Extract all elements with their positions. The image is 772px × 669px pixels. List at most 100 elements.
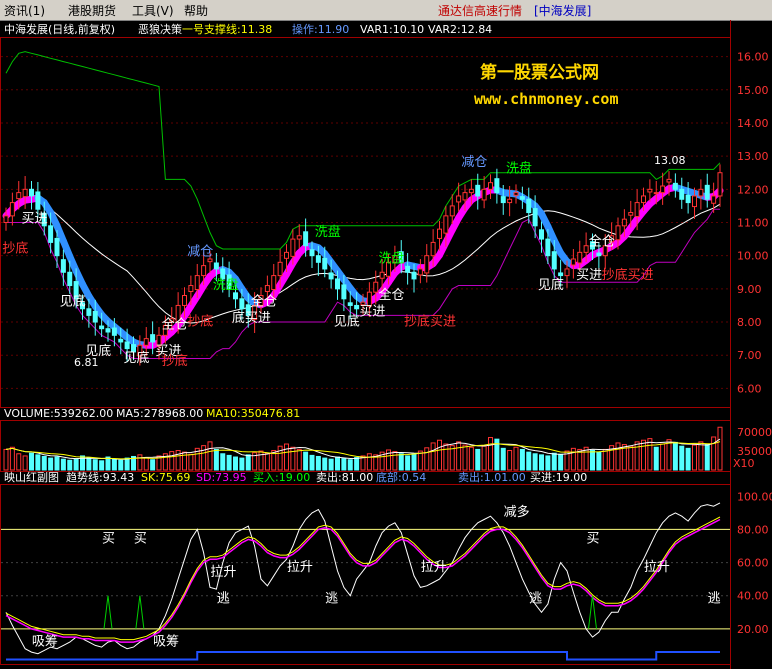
candle-body <box>92 310 98 323</box>
candle-body <box>570 258 576 266</box>
volume-bar <box>590 450 595 471</box>
candle-body <box>111 327 117 336</box>
osc-annotation: 买 <box>587 532 600 547</box>
osc-annotation: 逃 <box>708 591 721 606</box>
volume-bar <box>328 458 334 471</box>
osc-trend-label: 趋势线:93.43 <box>66 470 134 484</box>
volume-bar <box>405 455 411 471</box>
volume-bar <box>411 453 417 471</box>
volume-ma10-label: MA10:350476.81 <box>206 407 300 420</box>
price-tick-label: 7.00 <box>737 349 762 362</box>
menu-hk-futures[interactable]: 港股期货 <box>68 2 116 19</box>
volume-bar <box>284 443 289 471</box>
volume-bar <box>692 444 697 471</box>
candle-body <box>67 271 73 287</box>
volume-bar <box>92 459 98 471</box>
price-tick-label: 8.00 <box>737 316 762 329</box>
volume-bar <box>602 448 608 471</box>
candle-body <box>685 194 691 204</box>
candle-body <box>443 215 449 234</box>
candle-body <box>290 238 296 257</box>
candle-body <box>16 192 22 200</box>
chart-area[interactable]: 中海发展(日线,前复权) 恶狼决策 一号支撑线:11.38 操作:11.90 V… <box>0 20 772 669</box>
candle-body <box>500 196 506 204</box>
volume-bar <box>615 442 621 471</box>
candle-body <box>583 245 589 253</box>
menu-tools[interactable]: 工具(V) <box>132 2 174 19</box>
menu-news[interactable]: 资讯(1) <box>4 2 45 19</box>
volume-bar <box>679 445 685 471</box>
volume-bar <box>322 457 328 471</box>
price-tick-label: 10.00 <box>737 250 769 263</box>
buy-spike <box>103 595 113 629</box>
price-tick-label: 12.00 <box>737 183 769 196</box>
volume-bar <box>717 426 723 471</box>
var2-label: VAR2:12.84 <box>428 23 492 36</box>
volume-bar <box>354 457 360 471</box>
volume-bar <box>309 454 315 471</box>
volume-bar <box>143 457 149 471</box>
candle-body <box>213 262 219 270</box>
volume-bar <box>54 456 60 471</box>
candle-body <box>507 198 513 204</box>
candle-body <box>379 271 385 279</box>
volume-bar <box>685 447 691 471</box>
volume-bar <box>634 441 640 471</box>
volume-bar <box>105 456 111 471</box>
stop-line <box>6 208 720 359</box>
candle-body <box>660 185 666 194</box>
candle-body <box>628 212 634 216</box>
signal-annotation: 全仓 <box>379 287 405 303</box>
candle-body <box>711 195 717 204</box>
candle-body <box>621 218 627 227</box>
volume-bar <box>9 446 15 471</box>
osc-tick-label: 40.00 <box>737 590 769 603</box>
osc-bottom-label: 底部:0.54 <box>376 470 426 484</box>
candle-body <box>315 255 321 263</box>
volume-bar <box>475 448 481 471</box>
candle-body <box>54 237 60 257</box>
volume-bar <box>507 450 513 471</box>
candle-body <box>717 172 723 197</box>
candle-body <box>22 188 28 198</box>
menu-help[interactable]: 帮助 <box>184 2 208 19</box>
candle-body <box>704 184 710 200</box>
candle-body <box>347 302 353 306</box>
operation-label: 操作:11.90 <box>292 22 349 36</box>
main-grid <box>1 56 730 389</box>
volume-bar <box>99 460 105 471</box>
signal-annotation: 洗盘 <box>379 250 405 266</box>
volume-bar <box>641 439 646 471</box>
volume-bar <box>188 453 194 471</box>
candle-body <box>424 255 430 274</box>
candle-body <box>456 195 462 203</box>
stock-name-link[interactable]: [中海发展] <box>534 2 591 19</box>
volume-bar <box>169 451 175 471</box>
volume-bar <box>111 458 117 471</box>
osc-annotation: 拉升 <box>287 560 313 575</box>
price-tick-label: 15.00 <box>737 84 769 97</box>
signal-annotation: 减仓 <box>461 155 487 170</box>
volume-bar <box>233 456 238 471</box>
osc-trend-line <box>5 502 721 655</box>
signal-annotation: 见底 <box>334 313 360 329</box>
volume-bar <box>41 455 47 471</box>
candle-body <box>666 178 672 183</box>
volume-tick-label: 70000 <box>737 426 772 439</box>
price-tick-label: 14.00 <box>737 117 769 130</box>
osc-sell2-label: 卖出:1.01.00 <box>458 470 526 484</box>
volume-bar <box>60 458 66 471</box>
volume-bar <box>335 456 340 471</box>
osc-lines <box>1 502 730 661</box>
osc-tick-label: 100.00 <box>737 490 772 503</box>
volume-bar <box>660 443 666 471</box>
volume-bar <box>175 450 181 471</box>
volume-bar <box>558 453 564 471</box>
buy-spike <box>135 595 145 629</box>
candle-body <box>641 195 646 204</box>
candle-body <box>105 328 111 333</box>
candle-body <box>653 192 659 195</box>
candle-body <box>182 295 187 306</box>
volume-bar <box>67 459 73 471</box>
osc-sk-label: SK:75.69 <box>141 471 190 484</box>
